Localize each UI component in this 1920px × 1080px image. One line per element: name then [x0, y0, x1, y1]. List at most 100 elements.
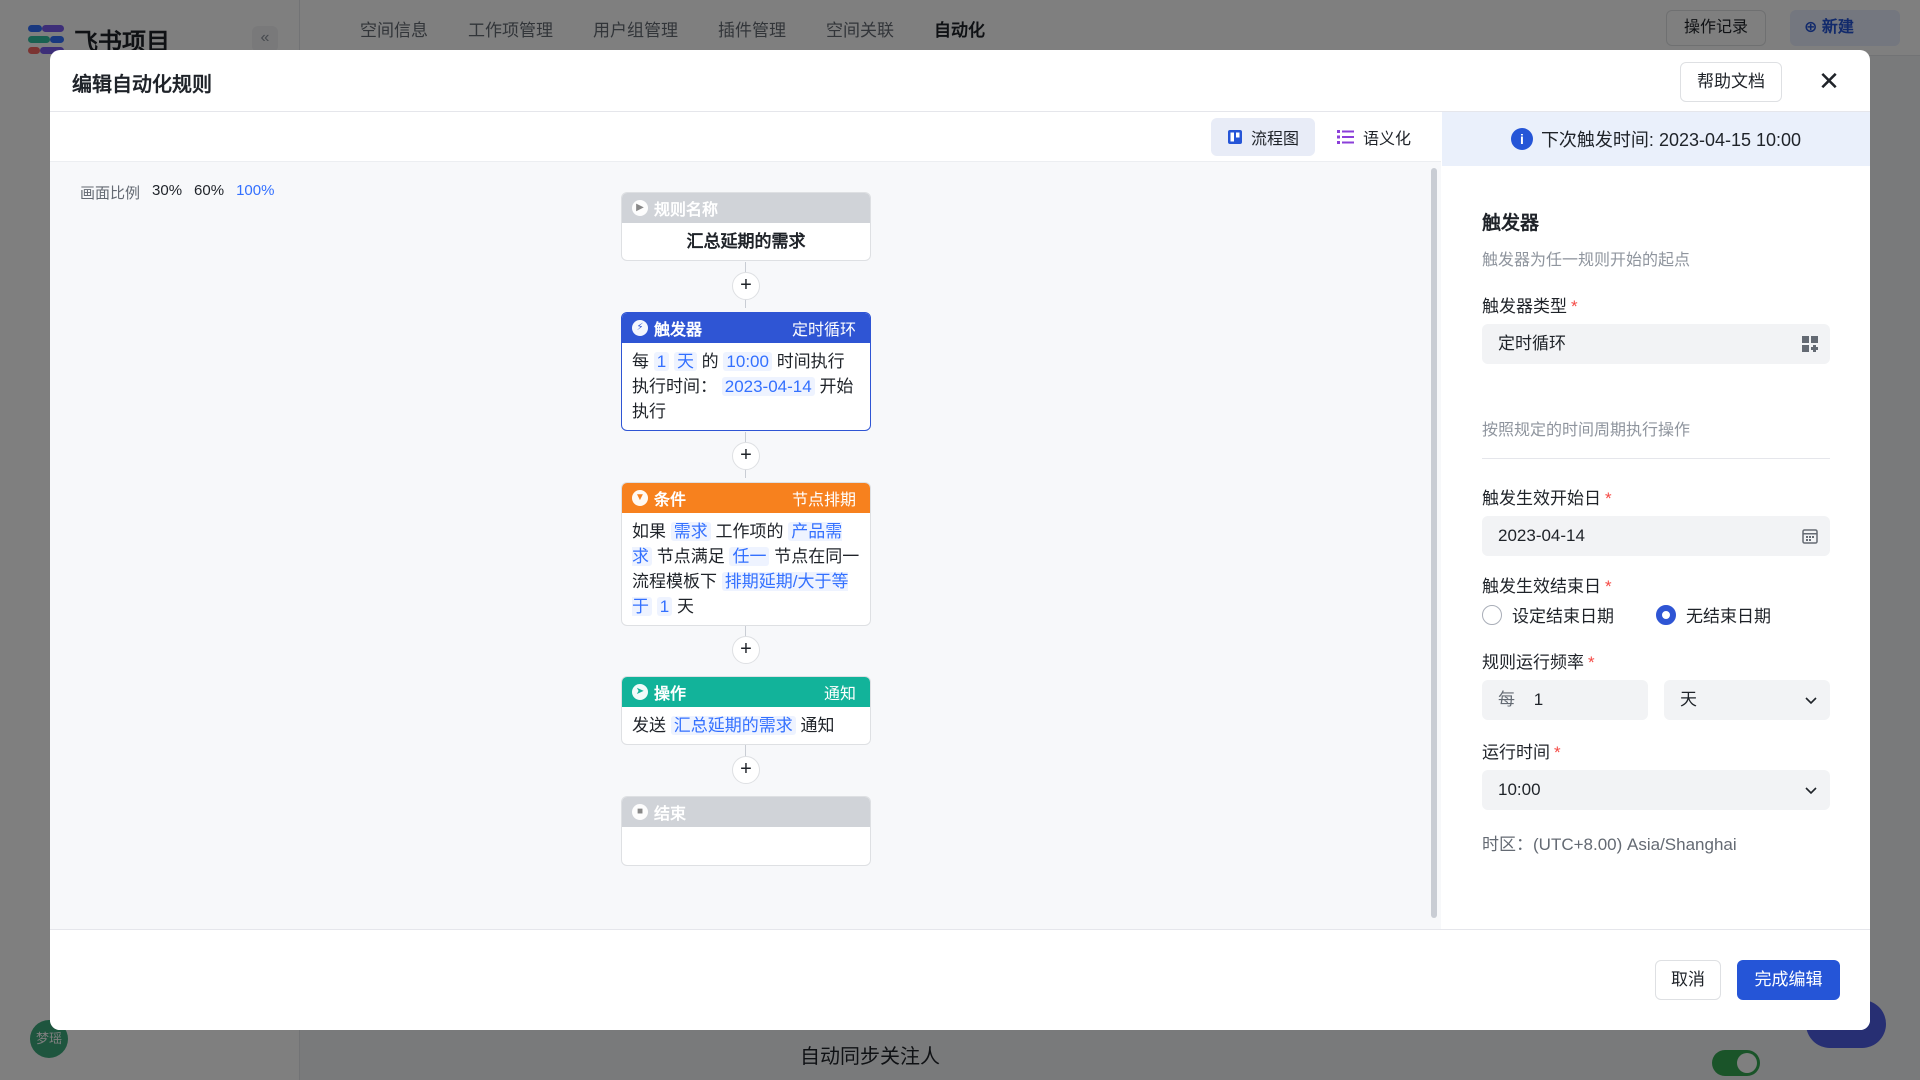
end-node[interactable]: ■ 结束 — [621, 796, 871, 866]
param-tag: 10:00 — [723, 352, 772, 371]
end-date-field-label: 触发生效结束日 * — [1482, 572, 1612, 597]
rule-name-header-label: 规则名称 — [654, 202, 719, 219]
text: 节点满足 — [656, 547, 725, 566]
text: 发送 — [632, 716, 666, 735]
stop-icon: ■ — [632, 804, 648, 820]
add-step-button[interactable]: + — [732, 756, 760, 784]
text: 天 — [676, 597, 694, 616]
run-time-value: 10:00 — [1498, 780, 1541, 799]
flow-canvas-area: 流程图 语义化 画面比例 30% 60% 100% + + + + ▶ 规则名称… — [50, 112, 1441, 929]
trigger-node[interactable]: ⚡ 触发器 定时循环 每 1 天 的 10:00 时间执行 执行时间： 2023-… — [621, 312, 871, 431]
chevron-down-icon — [1804, 680, 1818, 723]
trigger-node-body: 每 1 天 的 10:00 时间执行 执行时间： 2023-04-14 开始执行 — [622, 343, 870, 430]
trigger-type-value: 定时循环 — [1498, 334, 1566, 353]
condition-node[interactable]: ▼ 条件 节点排期 如果 需求 工作项的 产品需求 节点满足 任一 节点在同一流程… — [621, 482, 871, 626]
frequency-prefix: 每 — [1498, 690, 1515, 709]
trigger-type-label: 定时循环 — [791, 322, 856, 339]
action-type-label: 通知 — [823, 686, 856, 703]
finish-edit-button[interactable]: 完成编辑 — [1737, 960, 1840, 1000]
required-mark: * — [1588, 653, 1595, 672]
field-label-text: 运行时间 — [1482, 743, 1550, 762]
frequency-unit-select[interactable]: 天 — [1664, 680, 1830, 720]
end-option-no-date[interactable]: 无结束日期 — [1656, 602, 1771, 627]
modal-title: 编辑自动化规则 — [72, 74, 212, 96]
text: 如果 — [632, 522, 666, 541]
canvas-scrollbar[interactable] — [1431, 168, 1437, 918]
action-node[interactable]: ➤ 操作 通知 发送 汇总延期的需求 通知 — [621, 676, 871, 745]
calendar-icon — [1802, 516, 1818, 560]
filter-icon: ▼ — [632, 490, 648, 506]
timezone-text: 时区：(UTC+8.00) Asia/Shanghai — [1482, 835, 1737, 854]
board-icon — [1228, 130, 1242, 144]
param-tag: 1 — [656, 597, 673, 616]
panel-subtitle: 触发器为任一规则开始的起点 — [1482, 252, 1691, 269]
cancel-button[interactable]: 取消 — [1655, 960, 1721, 1000]
text: 每 — [632, 352, 649, 371]
param-tag: 天 — [673, 352, 697, 371]
trigger-node-header: ⚡ 触发器 定时循环 — [622, 313, 870, 343]
next-trigger-text: 下次触发时间: 2023-04-15 10:00 — [1540, 130, 1802, 150]
modal-header: 编辑自动化规则 帮助文档 ✕ — [50, 50, 1870, 112]
param-tag: 任一 — [729, 547, 770, 566]
trigger-type-hint: 按照规定的时间周期执行操作 — [1482, 422, 1691, 439]
radio-button-selected[interactable] — [1656, 604, 1676, 625]
rule-name-node[interactable]: ▶ 规则名称 汇总延期的需求 — [621, 192, 871, 261]
close-icon[interactable]: ✕ — [1812, 64, 1846, 98]
condition-header-label: 条件 — [654, 492, 687, 509]
action-node-body: 发送 汇总延期的需求 通知 — [622, 707, 870, 744]
run-time-select[interactable]: 10:00 — [1482, 770, 1830, 810]
field-label-text: 触发器类型 — [1482, 297, 1567, 316]
text: 通知 — [800, 716, 835, 735]
zoom-30-option[interactable]: 30% — [152, 182, 182, 203]
condition-node-header: ▼ 条件 节点排期 — [622, 483, 870, 513]
frequency-unit-value: 天 — [1680, 690, 1697, 709]
add-step-button[interactable]: + — [732, 442, 760, 470]
condition-node-body: 如果 需求 工作项的 产品需求 节点满足 任一 节点在同一流程模板下 排期延期/… — [622, 513, 870, 625]
end-node-body — [622, 827, 870, 865]
condition-type-label: 节点排期 — [791, 492, 856, 509]
param-tag: 2023-04-14 — [721, 377, 815, 396]
radio-button[interactable] — [1482, 604, 1502, 625]
semantic-view-button[interactable]: 语义化 — [1321, 118, 1427, 156]
rule-name-node-header: ▶ 规则名称 — [622, 193, 870, 223]
required-mark: * — [1605, 577, 1612, 596]
required-mark: * — [1571, 297, 1578, 316]
divider — [1482, 458, 1830, 459]
add-step-button[interactable]: + — [732, 272, 760, 300]
add-step-button[interactable]: + — [732, 636, 760, 664]
lightning-icon: ⚡ — [632, 320, 648, 336]
grid-icon — [1802, 324, 1818, 368]
required-mark: * — [1554, 743, 1561, 762]
text: 时间执行 — [776, 352, 845, 371]
flowchart-view-label: 流程图 — [1251, 131, 1300, 148]
field-label-text: 触发生效结束日 — [1482, 577, 1601, 596]
zoom-scale-label: 画面比例 — [80, 185, 141, 202]
play-icon: ▶ — [632, 200, 648, 216]
zoom-scale: 画面比例 30% 60% 100% — [80, 182, 274, 203]
run-time-field-label: 运行时间 * — [1482, 738, 1561, 763]
end-option-set-date[interactable]: 设定结束日期 — [1482, 602, 1614, 627]
zoom-60-option[interactable]: 60% — [194, 182, 224, 203]
flowchart-view-button[interactable]: 流程图 — [1211, 118, 1316, 156]
text: 工作项的 — [715, 522, 784, 541]
radio-label: 设定结束日期 — [1512, 607, 1614, 626]
action-node-header: ➤ 操作 通知 — [622, 677, 870, 707]
flow-canvas[interactable]: 画面比例 30% 60% 100% + + + + ▶ 规则名称 汇总延期的需求 — [50, 162, 1441, 929]
frequency-field-label: 规则运行频率 * — [1482, 648, 1595, 673]
start-date-input[interactable]: 2023-04-14 — [1482, 516, 1830, 556]
rule-name-value: 汇总延期的需求 — [686, 232, 806, 251]
text: 执行时间： — [632, 377, 717, 396]
field-label-text: 规则运行频率 — [1482, 653, 1584, 672]
text: 的 — [701, 352, 719, 371]
help-docs-button[interactable]: 帮助文档 — [1680, 62, 1782, 102]
zoom-100-option[interactable]: 100% — [236, 182, 274, 203]
start-date-value: 2023-04-14 — [1498, 526, 1585, 545]
info-icon: i — [1510, 128, 1533, 150]
list-icon — [1337, 130, 1354, 144]
trigger-type-field-label: 触发器类型 * — [1482, 292, 1578, 317]
radio-label: 无结束日期 — [1686, 607, 1771, 626]
trigger-type-select[interactable]: 定时循环 — [1482, 324, 1830, 364]
param-tag: 1 — [653, 352, 670, 371]
frequency-number-input[interactable]: 每 1 — [1482, 680, 1648, 720]
field-label-text: 触发生效开始日 — [1482, 489, 1601, 508]
